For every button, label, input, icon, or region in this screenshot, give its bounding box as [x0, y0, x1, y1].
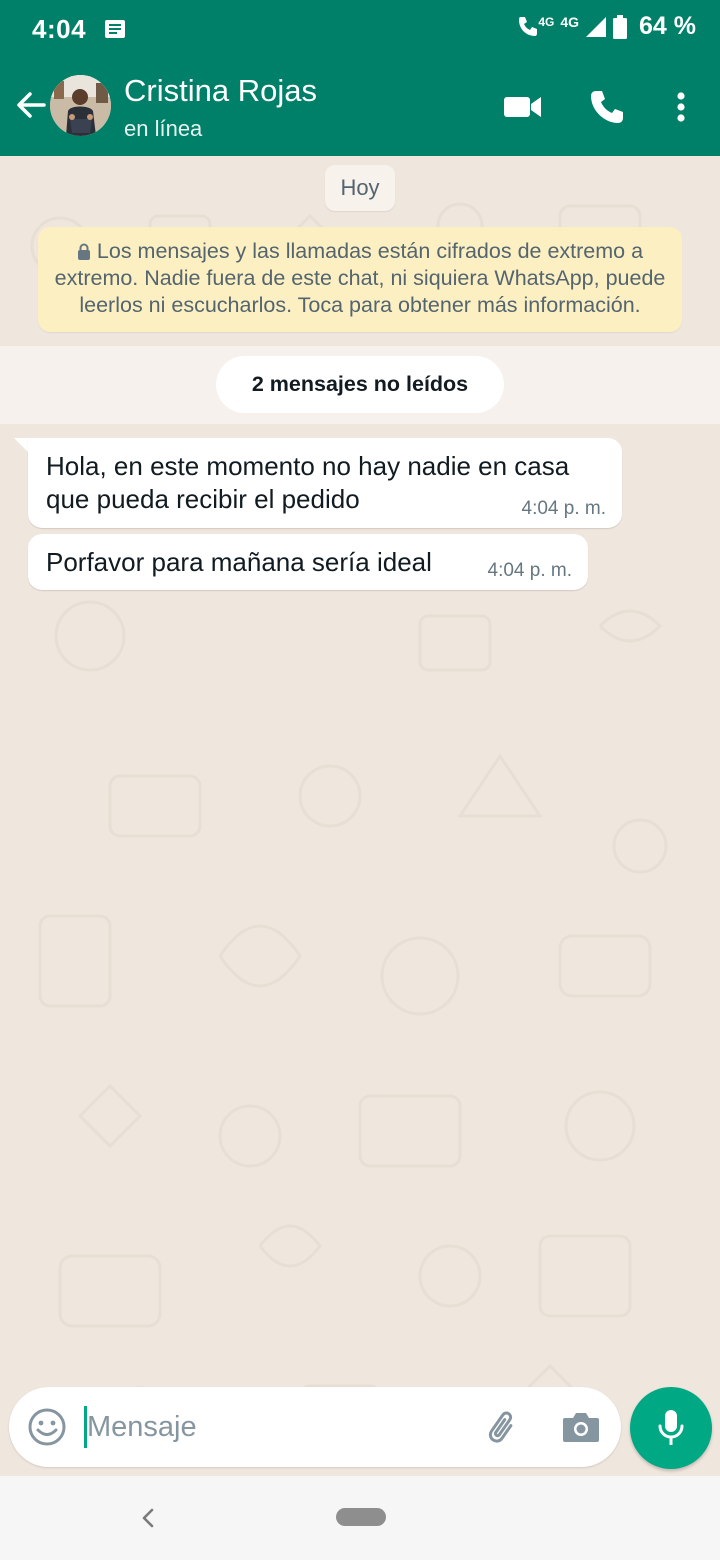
nav-home-pill[interactable] [336, 1508, 386, 1526]
status-bar: 4:04 4G 4G 64 % [0, 0, 720, 58]
message-text: Hola, en este momento no hay nadie en ca… [46, 451, 570, 514]
microphone-icon [658, 1410, 684, 1445]
avatar-photo [50, 75, 111, 136]
chat-area[interactable]: Hoy Los mensajes y las llamadas están ci… [0, 156, 720, 1476]
emoji-icon[interactable] [27, 1407, 67, 1447]
video-call-icon[interactable] [502, 91, 544, 123]
message-time: 4:04 p. m. [521, 498, 607, 519]
encryption-notice[interactable]: Los mensajes y las llamadas están cifrad… [38, 227, 682, 332]
wifi-calling-icon [519, 16, 538, 36]
attach-icon[interactable] [483, 1407, 523, 1447]
status-indicators: 4G 4G 64 % [516, 12, 696, 41]
contact-status: en línea [124, 116, 203, 141]
camera-icon[interactable] [561, 1408, 601, 1446]
nav-back-icon[interactable] [138, 1502, 158, 1534]
more-options-icon[interactable] [668, 88, 694, 126]
chat-header: Cristina Rojas en línea [0, 58, 720, 156]
voice-call-icon[interactable] [588, 88, 626, 126]
message-input[interactable] [87, 1401, 467, 1453]
message-notification-icon [105, 20, 125, 38]
incoming-message[interactable]: Hola, en este momento no hay nadie en ca… [28, 438, 622, 528]
battery-percent: 64 % [639, 12, 696, 40]
date-chip: Hoy [325, 165, 395, 211]
network-label-1: 4G [538, 14, 555, 29]
signal-icon [586, 16, 607, 37]
battery-icon [613, 14, 628, 39]
back-arrow-icon[interactable] [10, 86, 50, 126]
voice-record-button[interactable] [630, 1387, 712, 1469]
contact-name[interactable]: Cristina Rojas [124, 73, 317, 109]
message-composer [9, 1387, 621, 1467]
encryption-notice-text: Los mensajes y las llamadas están cifrad… [54, 239, 666, 317]
contact-avatar[interactable] [50, 75, 111, 136]
message-text: Porfavor para mañana sería ideal [46, 547, 432, 577]
system-navigation-bar [0, 1476, 720, 1560]
incoming-message[interactable]: Porfavor para mañana sería ideal 4:04 p.… [28, 534, 588, 590]
unread-messages-chip: 2 mensajes no leídos [216, 356, 504, 413]
network-label-2: 4G [560, 13, 580, 30]
message-time: 4:04 p. m. [487, 560, 573, 581]
lock-icon [77, 243, 90, 260]
status-time: 4:04 [32, 14, 87, 44]
